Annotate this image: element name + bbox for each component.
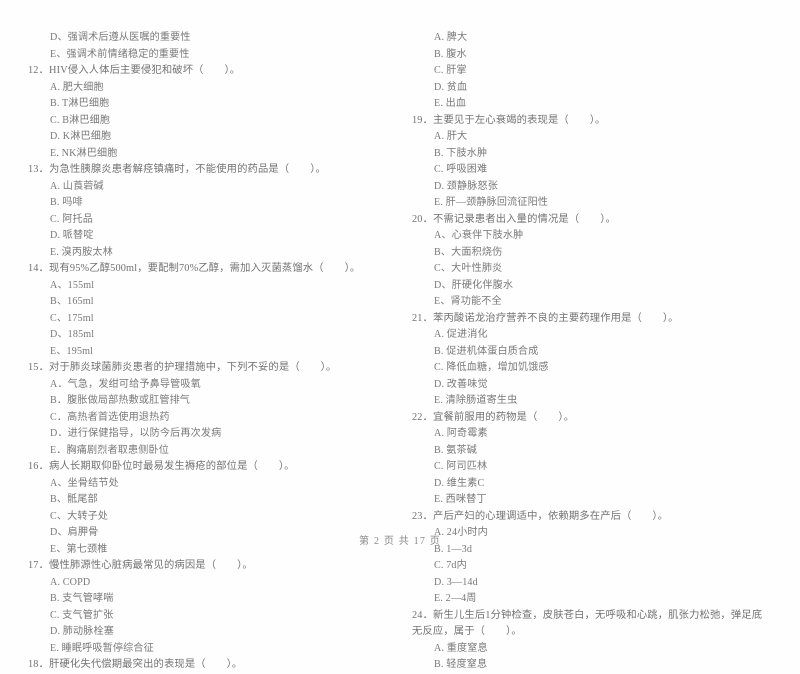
question-option: A. 阿奇霉素 <box>434 428 488 439</box>
question-stem: 16．病人长期取仰卧位时最易发生褥疮的部位是（ ）。 <box>28 461 295 472</box>
question-option: A. 肥大细胞 <box>50 81 104 93</box>
question-stem: 13．为急性胰腺炎患者解痉镇痛时，不能使用的药品是（ ）。 <box>28 164 326 175</box>
question-stem: 21．苯丙酸诺龙治疗营养不良的主要药理作用是（ ）。 <box>412 312 679 324</box>
question-option: E. 肝—颈静脉回流征阳性 <box>434 197 549 208</box>
question-option: D. 3—14d <box>434 576 478 588</box>
question-stem: 14．现有95%乙醇500ml，要配制70%乙醇，需加入灭菌蒸馏水（ ）。 <box>28 263 361 274</box>
question-option: E．胸痛剧烈者取患侧卧位 <box>50 444 169 456</box>
question-option: C、大转子处 <box>50 510 109 522</box>
question-option: B、大面积烧伤 <box>434 246 503 258</box>
question-option: B. 支气管哮喘 <box>50 593 114 604</box>
question-option: E. 溴丙胺太林 <box>50 246 113 258</box>
question-option: C、大叶性肺炎 <box>434 263 503 274</box>
question-stem: 15．对于肺炎球菌肺炎患者的护理措施中，下列不妥的是（ ）。 <box>28 362 337 373</box>
question-option: E. 出血 <box>434 98 467 109</box>
question-stem: 23．产后产妇的心理调适中，依赖期多在产后（ ）。 <box>412 510 669 522</box>
question-option: C. 呼吸困难 <box>434 164 488 175</box>
question-option: A. COPD <box>50 576 91 588</box>
question-option: B、骶尾部 <box>50 494 98 505</box>
question-option: D、肝硬化伴腹水 <box>434 279 514 291</box>
question-option: C. 支气管扩张 <box>50 609 114 621</box>
right-column: A. 脾大 B. 腹水 C. 肝掌 D. 贫血 E. 出血 19．主要见于左心衰竭的表现是… <box>412 30 770 674</box>
question-option: A、心衰伴下肢水肿 <box>434 230 524 241</box>
question-option: C. B淋巴细胞 <box>50 114 111 126</box>
question-option: D. 贫血 <box>434 81 468 93</box>
question-option: E. 西咪替丁 <box>434 494 487 505</box>
question-option: A、坐骨结节处 <box>50 477 119 489</box>
exam-page: D、强调术后遵从医嘱的重要性 E、强调术前情绪稳定的重要性 12．HIV侵入人体后主… <box>0 0 800 670</box>
question-stem: 20．不需记录患者出入量的情况是（ ）。 <box>412 213 616 225</box>
question-option: C、175ml <box>50 312 94 324</box>
question-option: C. 阿托品 <box>50 213 93 225</box>
question-option: A. 山莨菪碱 <box>50 180 104 192</box>
question-option: D. K淋巴细胞 <box>50 131 112 142</box>
question-option: D．进行保健指导，以防今后再次发病 <box>50 428 222 439</box>
question-option: D. 肺动脉栓塞 <box>50 626 115 637</box>
question-stem: 12．HIV侵入人体后主要侵犯和破坏（ ）。 <box>28 65 241 76</box>
question-option: D. 维生素C <box>434 477 485 489</box>
question-option: C. 肝掌 <box>434 65 467 76</box>
question-option: A. 促进消化 <box>434 329 488 340</box>
question-option: E. NK淋巴细胞 <box>50 147 118 159</box>
question-option: D. 改善味觉 <box>434 378 488 390</box>
question-option: E. 睡眠呼吸暂停综合征 <box>50 642 154 654</box>
question-option: A. 肝大 <box>434 131 468 142</box>
question-stem: 17．慢性肺源性心脏病最常见的病因是（ ）。 <box>28 560 253 571</box>
question-option: B. 腹水 <box>434 48 467 60</box>
question-option: A．气急，发绀可给予鼻导管吸氧 <box>50 378 201 390</box>
question-option: B. 氨茶碱 <box>434 444 477 456</box>
question-option: E、强调术前情绪稳定的重要性 <box>50 48 190 60</box>
question-stem: 24．新生儿生后1分钟检查，皮肤苍白，无呼吸和心跳，肌张力松弛，弹足底无反应，属… <box>412 609 763 638</box>
question-option: C. 阿司匹林 <box>434 461 488 472</box>
question-option: D、强调术后遵从医嘱的重要性 <box>50 32 191 43</box>
question-option: B. 吗啡 <box>50 197 83 208</box>
page-footer: 第 2 页 共 17 页 <box>359 536 441 547</box>
question-option: B. 促进机体蛋白质合成 <box>434 345 539 357</box>
two-column-layout: D、强调术后遵从医嘱的重要性 E、强调术前情绪稳定的重要性 12．HIV侵入人体后主… <box>28 30 772 670</box>
question-option: C. 7d内 <box>434 560 467 571</box>
question-option: C．高热者首选使用退热药 <box>50 411 170 423</box>
question-option: B. 下肢水肿 <box>434 147 488 159</box>
question-option: B、165ml <box>50 296 94 307</box>
question-option: B．腹胀做局部热敷或肛管排气 <box>50 395 191 406</box>
question-stem: 18．肝硬化失代偿期最突出的表现是（ ）。 <box>28 659 243 670</box>
question-option: C. 降低血糖，增加饥饿感 <box>434 362 549 373</box>
question-option: E. 2—4周 <box>434 593 477 604</box>
question-option: E、肾功能不全 <box>434 296 502 307</box>
question-stem: 19．主要见于左心衰竭的表现是（ ）。 <box>412 114 606 126</box>
question-option: D. 哌替啶 <box>50 230 94 241</box>
question-option: B. 轻度窒息 <box>434 659 488 670</box>
question-option: D、185ml <box>50 329 95 340</box>
question-stem: 22．宜餐前服用的药物是（ ）。 <box>412 411 575 423</box>
left-column: D、强调术后遵从医嘱的重要性 E、强调术前情绪稳定的重要性 12．HIV侵入人体后主… <box>28 30 386 674</box>
question-option: B. T淋巴细胞 <box>50 98 110 109</box>
question-option: E. 清除肠道寄生虫 <box>434 395 518 406</box>
question-option: A. 重度窒息 <box>434 642 488 654</box>
question-option: E、195ml <box>50 345 94 357</box>
question-option: D. 颈静脉怒张 <box>434 180 499 192</box>
question-option: A. 脾大 <box>434 32 468 43</box>
question-option: A、155ml <box>50 279 95 291</box>
